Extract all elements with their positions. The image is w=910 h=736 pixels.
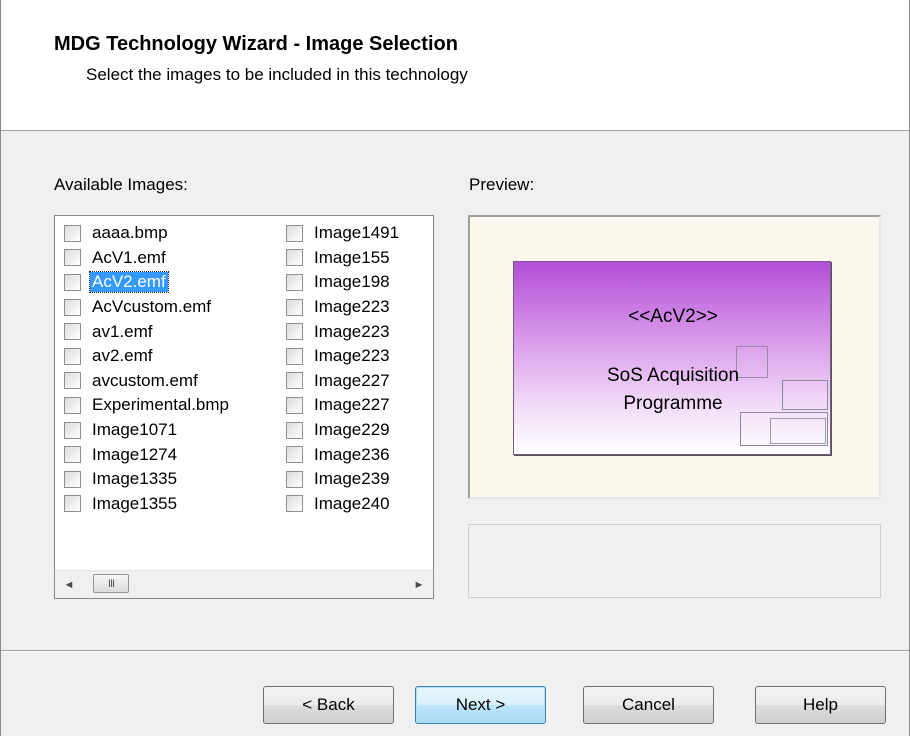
list-item-label: Image1274 <box>92 444 178 464</box>
checkbox[interactable] <box>286 396 303 414</box>
list-item-label: aaaa.bmp <box>92 223 168 243</box>
cancel-button[interactable]: Cancel <box>583 686 714 724</box>
list-item-label: AcV2.emf <box>89 271 169 294</box>
available-images-label: Available Images: <box>54 175 188 194</box>
list-column-1: aaaa.bmp AcV1.emf AcV2.emf AcVcustom.emf av1… <box>64 221 231 516</box>
preview-element-name: SoS Acquisition Programme <box>514 362 830 418</box>
list-item[interactable]: avcustom.emf <box>64 369 231 394</box>
list-item[interactable]: AcV1.emf <box>64 246 231 271</box>
next-button[interactable]: Next > <box>415 686 546 724</box>
preview-image: <<AcV2>> SoS Acquisition Programme <box>513 261 831 455</box>
checkbox[interactable] <box>64 421 81 439</box>
checkbox[interactable] <box>286 495 303 513</box>
checkbox[interactable] <box>286 372 303 390</box>
checkbox[interactable] <box>64 446 81 464</box>
list-item-label: Image1335 <box>92 469 178 489</box>
checkbox[interactable] <box>286 249 303 267</box>
list-item-label: Image240 <box>314 493 390 513</box>
list-item[interactable]: Image1355 <box>64 492 231 517</box>
list-item-label: Image223 <box>314 297 390 317</box>
checkbox[interactable] <box>64 470 81 488</box>
checkbox[interactable] <box>64 298 81 316</box>
checkbox[interactable] <box>64 273 81 291</box>
list-item-label: Image227 <box>314 395 390 415</box>
checkbox[interactable] <box>64 347 81 365</box>
help-button[interactable]: Help <box>755 686 886 724</box>
list-item[interactable]: AcVcustom.emf <box>64 295 231 320</box>
list-item-label: Image1071 <box>92 420 178 440</box>
page-title: MDG Technology Wizard - Image Selection <box>54 33 458 55</box>
list-item-label: av1.emf <box>92 321 153 341</box>
checkbox[interactable] <box>64 372 81 390</box>
list-item-label: av2.emf <box>92 346 153 366</box>
list-item[interactable]: Image1071 <box>64 418 231 443</box>
list-item[interactable]: aaaa.bmp <box>64 221 231 246</box>
list-item[interactable]: Image236 <box>286 442 401 467</box>
list-item-label: Experimental.bmp <box>92 395 230 415</box>
list-item[interactable]: av1.emf <box>64 319 231 344</box>
list-item-label: Image239 <box>314 469 390 489</box>
list-item[interactable]: Image155 <box>286 246 401 271</box>
wizard-dialog: MDG Technology Wizard - Image Selection … <box>0 0 910 736</box>
scroll-right-arrow-icon[interactable]: ► <box>409 571 429 598</box>
list-item[interactable]: Image223 <box>286 295 401 320</box>
checkbox[interactable] <box>286 446 303 464</box>
list-item[interactable]: Image1274 <box>64 442 231 467</box>
list-item-label: Image198 <box>314 272 390 292</box>
list-item[interactable]: Experimental.bmp <box>64 393 231 418</box>
list-item[interactable]: Image223 <box>286 344 401 369</box>
checkbox[interactable] <box>64 249 81 267</box>
list-item-label: AcV1.emf <box>92 247 166 267</box>
preview-description-box <box>468 524 881 598</box>
checkbox[interactable] <box>64 495 81 513</box>
checkbox[interactable] <box>286 224 303 242</box>
checkbox[interactable] <box>286 470 303 488</box>
scroll-thumb[interactable]: III <box>93 574 129 593</box>
list-item[interactable]: Image240 <box>286 492 401 517</box>
list-item-label: Image223 <box>314 346 390 366</box>
checkbox[interactable] <box>64 323 81 341</box>
list-item-label: Image227 <box>314 370 390 390</box>
preview-element-name-text: SoS Acquisition Programme <box>606 365 740 414</box>
horizontal-scrollbar[interactable]: ◄ III ► <box>55 570 433 598</box>
checkbox[interactable] <box>64 224 81 242</box>
back-button[interactable]: < Back <box>263 686 394 724</box>
list-item-label: Image1491 <box>314 223 400 243</box>
list-item-label: AcVcustom.emf <box>92 297 212 317</box>
list-item[interactable]: Image227 <box>286 369 401 394</box>
list-item-label: Image223 <box>314 321 390 341</box>
list-item[interactable]: Image223 <box>286 319 401 344</box>
list-item-label: Image229 <box>314 420 390 440</box>
scroll-left-arrow-icon[interactable]: ◄ <box>59 571 79 598</box>
button-separator <box>1 650 909 652</box>
list-item[interactable]: Image1335 <box>64 467 231 492</box>
checkbox[interactable] <box>286 298 303 316</box>
preview-panel: <<AcV2>> SoS Acquisition Programme <box>468 215 881 499</box>
decor-square <box>770 418 826 444</box>
list-item[interactable]: Image198 <box>286 270 401 295</box>
checkbox[interactable] <box>286 421 303 439</box>
list-column-2: Image1491 Image155 Image198 Image223 Image22… <box>286 221 401 516</box>
list-item-label: avcustom.emf <box>92 370 198 390</box>
list-item[interactable]: Image229 <box>286 418 401 443</box>
list-item[interactable]: Image227 <box>286 393 401 418</box>
list-item[interactable]: AcV2.emf <box>64 270 231 295</box>
available-images-list[interactable]: aaaa.bmp AcV1.emf AcV2.emf AcVcustom.emf av1… <box>54 215 434 599</box>
list-item[interactable]: Image239 <box>286 467 401 492</box>
checkbox[interactable] <box>286 347 303 365</box>
wizard-header: MDG Technology Wizard - Image Selection … <box>1 0 909 131</box>
preview-label: Preview: <box>469 175 535 194</box>
checkbox[interactable] <box>286 323 303 341</box>
checkbox[interactable] <box>286 273 303 291</box>
preview-stereotype: <<AcV2>> <box>628 306 718 327</box>
list-item-label: Image1355 <box>92 493 178 513</box>
list-item-label: Image236 <box>314 444 390 464</box>
list-item[interactable]: Image1491 <box>286 221 401 246</box>
list-item[interactable]: av2.emf <box>64 344 231 369</box>
list-item-label: Image155 <box>314 247 390 267</box>
checkbox[interactable] <box>64 396 81 414</box>
page-subtitle: Select the images to be included in this… <box>86 65 468 84</box>
